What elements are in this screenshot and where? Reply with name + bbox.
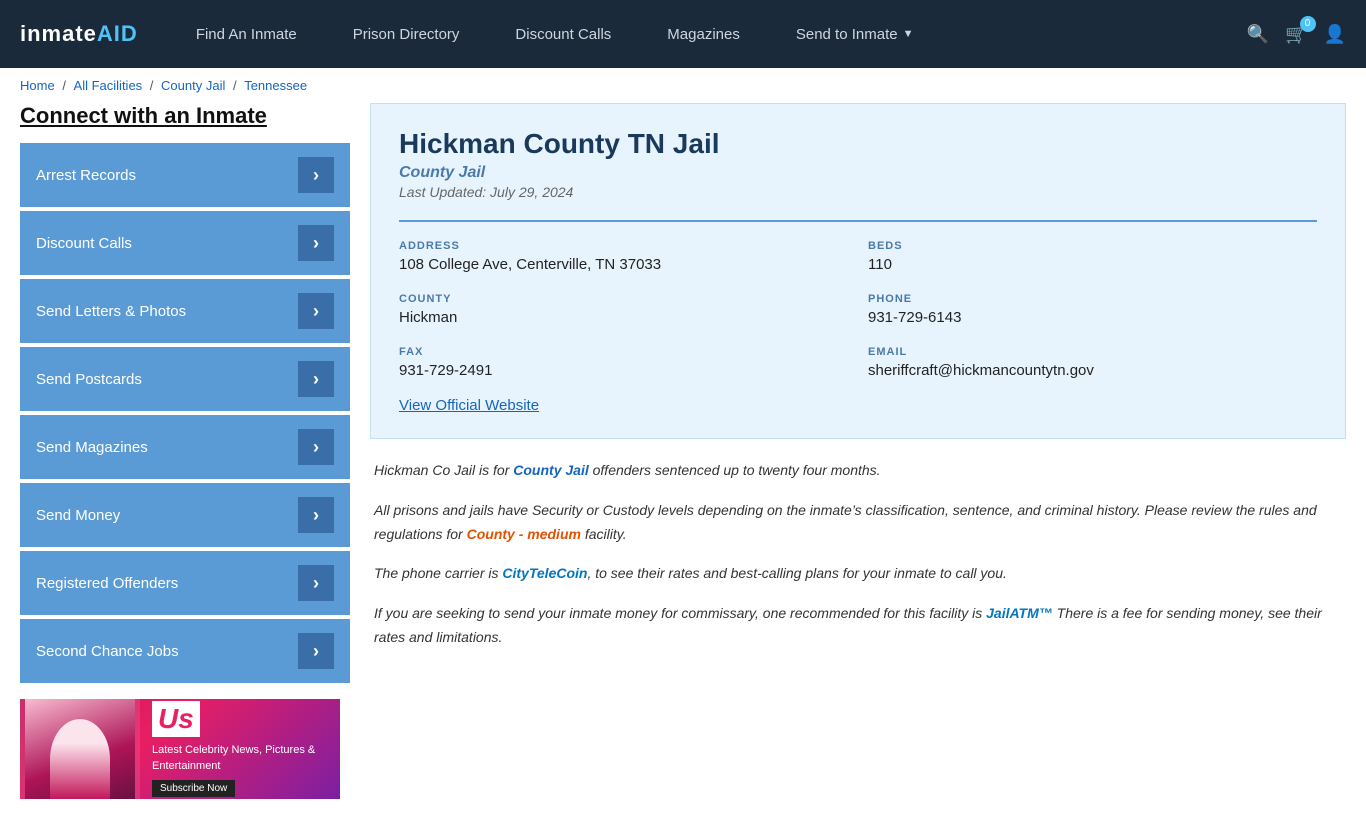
email-label: EMAIL <box>868 346 1317 358</box>
county-label: COUNTY <box>399 293 848 305</box>
arrow-icon: › <box>298 429 334 465</box>
description-para-2: All prisons and jails have Security or C… <box>374 499 1342 547</box>
city-tele-coin-link[interactable]: CityTeleCoin <box>502 565 587 581</box>
beds-value: 110 <box>868 256 1317 273</box>
description-para-1: Hickman Co Jail is for County Jail offen… <box>374 459 1342 483</box>
email-block: EMAIL sheriffcraft@hickmancountytn.gov <box>868 346 1317 379</box>
address-value: 108 College Ave, Centerville, TN 37033 <box>399 256 848 273</box>
address-label: ADDRESS <box>399 240 848 252</box>
breadcrumb-state[interactable]: Tennessee <box>244 78 307 93</box>
search-icon[interactable]: 🔍 <box>1247 24 1269 45</box>
facility-card: Hickman County TN Jail County Jail Last … <box>370 103 1346 439</box>
description-para-3: The phone carrier is CityTeleCoin, to se… <box>374 562 1342 586</box>
ad-subscribe-button[interactable]: Subscribe Now <box>152 780 235 797</box>
ad-logo: Us <box>152 701 200 737</box>
fax-block: FAX 931-729-2491 <box>399 346 848 379</box>
sidebar-title: Connect with an Inmate <box>20 103 350 129</box>
fax-label: FAX <box>399 346 848 358</box>
sidebar-advertisement: Us Latest Celebrity News, Pictures & Ent… <box>20 699 340 799</box>
county-medium-link[interactable]: County - medium <box>467 526 581 542</box>
arrow-icon: › <box>298 157 334 193</box>
user-icon[interactable]: 👤 <box>1324 24 1346 45</box>
phone-label: PHONE <box>868 293 1317 305</box>
county-block: COUNTY Hickman <box>399 293 848 326</box>
sidebar-item-label: Registered Offenders <box>36 575 178 592</box>
ad-content: Us Latest Celebrity News, Pictures & Ent… <box>140 699 340 799</box>
sidebar-item-discount-calls[interactable]: Discount Calls › <box>20 211 350 275</box>
address-block: ADDRESS 108 College Ave, Centerville, TN… <box>399 240 848 273</box>
nav-send-to-inmate[interactable]: Send to Inmate▼ <box>768 0 942 68</box>
facility-name: Hickman County TN Jail <box>399 128 1317 160</box>
county-jail-link[interactable]: County Jail <box>513 462 588 478</box>
email-value: sheriffcraft@hickmancountytn.gov <box>868 362 1317 379</box>
facility-type: County Jail <box>399 164 1317 182</box>
arrow-icon: › <box>298 633 334 669</box>
sidebar-item-arrest-records[interactable]: Arrest Records › <box>20 143 350 207</box>
arrow-icon: › <box>298 361 334 397</box>
ad-text: Latest Celebrity News, Pictures & Entert… <box>152 743 328 774</box>
arrow-icon: › <box>298 225 334 261</box>
nav-find-inmate[interactable]: Find An Inmate <box>168 0 325 68</box>
jail-atm-link[interactable]: JailATM™ <box>986 605 1053 621</box>
cart-icon[interactable]: 🛒 0 <box>1285 24 1307 45</box>
breadcrumb-all-facilities[interactable]: All Facilities <box>74 78 143 93</box>
nav-discount-calls[interactable]: Discount Calls <box>487 0 639 68</box>
main-content: Hickman County TN Jail County Jail Last … <box>370 103 1346 799</box>
ad-image <box>20 699 140 799</box>
arrow-icon: › <box>298 293 334 329</box>
logo-text: inmateAID <box>20 21 138 47</box>
nav-prison-directory[interactable]: Prison Directory <box>325 0 488 68</box>
logo[interactable]: inmateAID <box>20 21 138 47</box>
breadcrumb-home[interactable]: Home <box>20 78 55 93</box>
nav-magazines[interactable]: Magazines <box>639 0 768 68</box>
facility-last-updated: Last Updated: July 29, 2024 <box>399 184 1317 200</box>
description-para-4: If you are seeking to send your inmate m… <box>374 602 1342 650</box>
sidebar-item-label: Send Magazines <box>36 439 148 456</box>
facility-description: Hickman Co Jail is for County Jail offen… <box>370 459 1346 650</box>
sidebar-item-label: Arrest Records <box>36 167 136 184</box>
phone-block: PHONE 931-729-6143 <box>868 293 1317 326</box>
beds-label: BEDS <box>868 240 1317 252</box>
sidebar-item-second-chance-jobs[interactable]: Second Chance Jobs › <box>20 619 350 683</box>
arrow-icon: › <box>298 565 334 601</box>
fax-value: 931-729-2491 <box>399 362 848 379</box>
beds-block: BEDS 110 <box>868 240 1317 273</box>
main-layout: Connect with an Inmate Arrest Records › … <box>0 103 1366 829</box>
arrow-icon: › <box>298 497 334 533</box>
sidebar-item-registered-offenders[interactable]: Registered Offenders › <box>20 551 350 615</box>
facility-info-grid: ADDRESS 108 College Ave, Centerville, TN… <box>399 220 1317 379</box>
sidebar-item-label: Send Letters & Photos <box>36 303 186 320</box>
cart-badge: 0 <box>1300 16 1316 32</box>
sidebar-item-send-letters[interactable]: Send Letters & Photos › <box>20 279 350 343</box>
sidebar-menu: Arrest Records › Discount Calls › Send L… <box>20 143 350 683</box>
county-value: Hickman <box>399 309 848 326</box>
main-nav: Find An Inmate Prison Directory Discount… <box>168 0 1247 68</box>
sidebar-item-label: Send Money <box>36 507 120 524</box>
header-right-icons: 🔍 🛒 0 👤 <box>1247 24 1346 45</box>
breadcrumb-county-jail[interactable]: County Jail <box>161 78 225 93</box>
phone-value: 931-729-6143 <box>868 309 1317 326</box>
view-official-website-link[interactable]: View Official Website <box>399 397 539 414</box>
breadcrumb: Home / All Facilities / County Jail / Te… <box>0 68 1366 103</box>
sidebar-item-send-money[interactable]: Send Money › <box>20 483 350 547</box>
site-header: inmateAID Find An Inmate Prison Director… <box>0 0 1366 68</box>
sidebar-item-label: Discount Calls <box>36 235 132 252</box>
sidebar-item-send-postcards[interactable]: Send Postcards › <box>20 347 350 411</box>
sidebar-item-label: Second Chance Jobs <box>36 643 179 660</box>
sidebar: Connect with an Inmate Arrest Records › … <box>20 103 350 799</box>
sidebar-item-label: Send Postcards <box>36 371 142 388</box>
sidebar-item-send-magazines[interactable]: Send Magazines › <box>20 415 350 479</box>
